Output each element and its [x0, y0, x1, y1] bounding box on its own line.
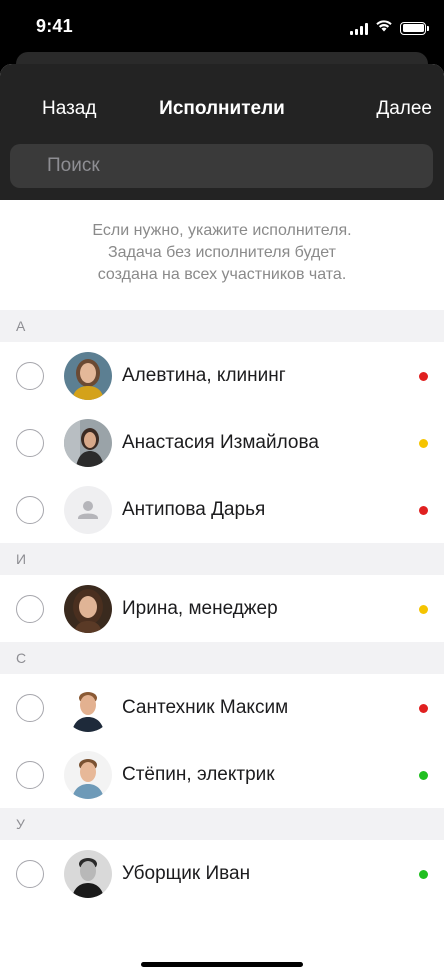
status-dot	[419, 870, 428, 879]
contact-row[interactable]: Антипова Дарья	[0, 476, 444, 543]
search-input[interactable]	[10, 144, 433, 188]
avatar	[64, 850, 112, 898]
status-dot	[419, 372, 428, 381]
select-radio[interactable]	[16, 761, 44, 789]
contact-name: Стёпин, электрик	[122, 764, 275, 785]
modal-header: Назад Исполнители Далее	[0, 64, 444, 200]
avatar	[64, 751, 112, 799]
status-dot	[419, 605, 428, 614]
status-dot	[419, 439, 428, 448]
contact-name: Ирина, менеджер	[122, 598, 278, 619]
assignees-modal: Назад Исполнители Далее Если нужно, укаж…	[0, 64, 444, 978]
status-icons	[350, 19, 429, 37]
hint-line: Если нужно, укажите исполнителя.	[92, 222, 352, 239]
app-screen: 9:41 Назад Исполнители Далее Если нужно,…	[0, 0, 444, 978]
status-bar: 9:41	[0, 0, 444, 54]
contact-row[interactable]: Ирина, менеджер	[0, 575, 444, 642]
select-radio[interactable]	[16, 595, 44, 623]
contact-name: Алевтина, клининг	[122, 365, 286, 386]
avatar	[64, 585, 112, 633]
search-field[interactable]	[10, 144, 433, 188]
contact-name: Анастасия Измайлова	[122, 432, 319, 453]
wifi-icon	[375, 19, 393, 37]
select-radio[interactable]	[16, 860, 44, 888]
section-header-i: И	[0, 543, 444, 575]
person-placeholder-icon	[64, 486, 112, 534]
hint-text: Если нужно, укажите исполнителя. Задача …	[0, 200, 444, 310]
hint-line: создана на всех участников чата.	[97, 266, 347, 283]
contact-row[interactable]: Алевтина, клининг	[0, 342, 444, 409]
select-radio[interactable]	[16, 429, 44, 457]
next-button[interactable]: Далее	[376, 98, 432, 120]
section-header-a: А	[0, 310, 444, 342]
status-dot	[419, 771, 428, 780]
contact-name: Сантехник Максим	[122, 697, 289, 718]
avatar	[64, 419, 112, 467]
select-radio[interactable]	[16, 362, 44, 390]
status-dot	[419, 506, 428, 515]
status-dot	[419, 704, 428, 713]
contact-row[interactable]: Анастасия Измайлова	[0, 409, 444, 476]
hint-line: Задача без исполнителя будет	[108, 244, 336, 261]
home-indicator	[141, 962, 303, 967]
contact-row[interactable]: Сантехник Максим	[0, 674, 444, 741]
contact-row[interactable]: Стёпин, электрик	[0, 741, 444, 808]
section-header-s: С	[0, 642, 444, 674]
status-time: 9:41	[36, 16, 73, 36]
battery-icon	[400, 21, 429, 35]
select-radio[interactable]	[16, 496, 44, 524]
contact-row[interactable]: Уборщик Иван	[0, 840, 444, 907]
cellular-signal-icon	[350, 22, 368, 35]
contact-name: Уборщик Иван	[122, 863, 251, 884]
contact-name: Антипова Дарья	[122, 499, 266, 520]
section-header-u: У	[0, 808, 444, 840]
select-radio[interactable]	[16, 694, 44, 722]
avatar	[64, 684, 112, 732]
avatar	[64, 352, 112, 400]
